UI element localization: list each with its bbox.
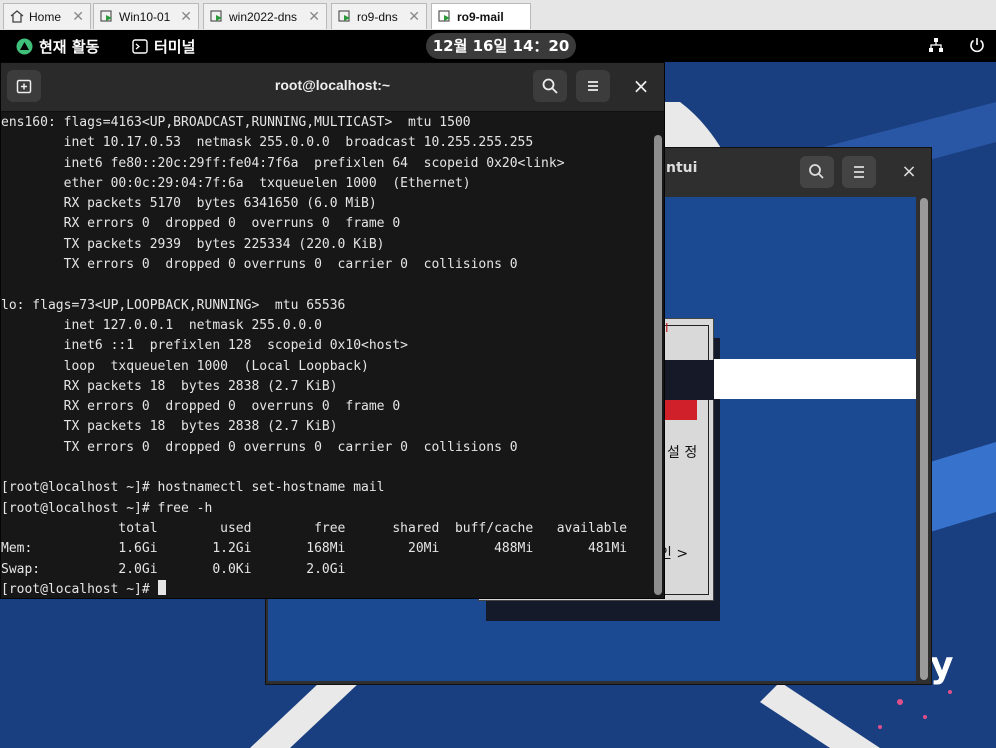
vm-tab-label: ro9-mail (457, 9, 504, 24)
terminal-line: TX errors 0 dropped 0 overruns 0 carrier… (1, 439, 518, 455)
background-window-title: ntui (666, 160, 698, 176)
hamburger-icon (854, 166, 864, 178)
vm-icon (438, 10, 450, 22)
terminal-line: inet 10.17.0.53 netmask 255.0.0.0 broadc… (1, 135, 534, 151)
dialog-text-fragment: 설 정 (667, 445, 698, 461)
activities-button[interactable]: 현재 활동 (16, 36, 99, 57)
terminal-line: TX packets 2939 bytes 225334 (220.0 KiB) (1, 236, 385, 252)
terminal-cursor (157, 579, 166, 595)
clock[interactable]: 12월 16일 14：20 (426, 33, 576, 59)
vm-tab-label: ro9-dns (357, 9, 398, 24)
vm-icon (100, 10, 112, 22)
terminal-menu-button[interactable] (576, 70, 610, 102)
terminal-line: inet6 ::1 prefixlen 128 scopeid 0x10<hos… (1, 338, 408, 354)
background-menu-button[interactable] (842, 156, 876, 188)
terminal-text: ens160: flags=4163<UP,BROADCAST,RUNNING,… (1, 113, 653, 598)
vm-tab-label: win2022-dns (229, 9, 298, 24)
terminal-line: lo: flags=73<UP,LOOPBACK,RUNNING> mtu 65… (1, 297, 346, 313)
close-icon[interactable]: ✕ (408, 8, 420, 25)
vm-tab-strip: Home ✕ Win10-01 ✕ win2022-dns ✕ ro9-dns … (0, 0, 996, 31)
terminal-line: loop txqueuelen 1000 (Local Loopback) (1, 358, 369, 374)
network-icon[interactable] (928, 37, 944, 53)
terminal-window[interactable]: root@localhost:~ × ens160: flags=4163<UP… (0, 62, 665, 599)
app-menu-terminal[interactable]: 터미널 (132, 36, 195, 57)
app-menu-label: 터미널 (154, 38, 196, 56)
terminal-line: [root@localhost ~]# free -h (1, 500, 213, 516)
terminal-line: RX packets 5170 bytes 6341650 (6.0 MiB) (1, 196, 377, 212)
dialog-text-fragment: I (665, 321, 669, 335)
activities-label: 현재 활동 (39, 38, 100, 56)
power-icon[interactable] (969, 37, 985, 53)
terminal-line: total used free shared buff/cache availa… (1, 520, 628, 536)
terminal-output[interactable]: ens160: flags=4163<UP,BROADCAST,RUNNING,… (1, 113, 653, 598)
terminal-scrollbar[interactable] (654, 135, 662, 595)
background-close-button[interactable]: × (892, 156, 926, 188)
vm-tab-win2022-dns[interactable]: win2022-dns ✕ (203, 3, 327, 29)
terminal-line: Mem: 1.6Gi 1.2Gi 168Mi 20Mi 488Mi 481Mi (1, 541, 628, 557)
home-icon (10, 10, 24, 23)
search-icon (542, 78, 558, 94)
close-icon[interactable]: ✕ (180, 8, 192, 25)
activities-icon (16, 38, 33, 55)
wallpaper-letter: y (930, 645, 954, 686)
terminal-line: TX errors 0 dropped 0 overruns 0 carrier… (1, 257, 518, 273)
close-icon[interactable]: ✕ (308, 8, 320, 25)
background-scrollbar[interactable] (920, 198, 928, 680)
terminal-line: ens160: flags=4163<UP,BROADCAST,RUNNING,… (1, 115, 471, 130)
vm-tab-label: Home (29, 9, 62, 24)
terminal-close-button[interactable]: × (624, 70, 658, 102)
terminal-line: [root@localhost ~]# hostnamectl set-host… (1, 480, 385, 496)
vm-tab-ro9-mail[interactable]: ro9-mail (431, 3, 531, 29)
terminal-line: inet 127.0.0.1 netmask 255.0.0.0 (1, 317, 322, 333)
vm-tab-win10-01[interactable]: Win10-01 ✕ (93, 3, 199, 29)
vm-icon (338, 10, 350, 22)
background-search-button[interactable] (800, 156, 834, 188)
close-icon[interactable]: ✕ (72, 8, 84, 25)
terminal-line: ether 00:0c:29:04:7f:6a txqueuelen 1000 … (1, 175, 471, 191)
gnome-top-bar: 현재 활동 터미널 12월 16일 14：20 (0, 30, 996, 62)
terminal-line: RX packets 18 bytes 2838 (2.7 KiB) (1, 378, 338, 394)
terminal-line: Swap: 2.0Gi 0.0Ki 2.0Gi (1, 561, 346, 577)
vm-icon (210, 10, 222, 22)
vm-tab-ro9-dns[interactable]: ro9-dns ✕ (331, 3, 427, 29)
terminal-icon (132, 39, 148, 54)
hamburger-icon (588, 81, 598, 91)
terminal-search-button[interactable] (533, 70, 567, 102)
highlight-bar (714, 359, 916, 399)
vm-tab-label: Win10-01 (119, 9, 171, 24)
terminal-header-bar: root@localhost:~ × (1, 63, 664, 112)
terminal-line: RX errors 0 dropped 0 overruns 0 frame 0 (1, 216, 401, 232)
terminal-line: TX packets 18 bytes 2838 (2.7 KiB) (1, 419, 338, 435)
terminal-line: [root@localhost ~]# (1, 579, 653, 598)
terminal-line: RX errors 0 dropped 0 overruns 0 frame 0 (1, 399, 401, 415)
terminal-line: inet6 fe80::20c:29ff:fe04:7f6a prefixlen… (1, 155, 565, 171)
vm-tab-home[interactable]: Home ✕ (3, 3, 91, 29)
search-icon (809, 164, 824, 179)
